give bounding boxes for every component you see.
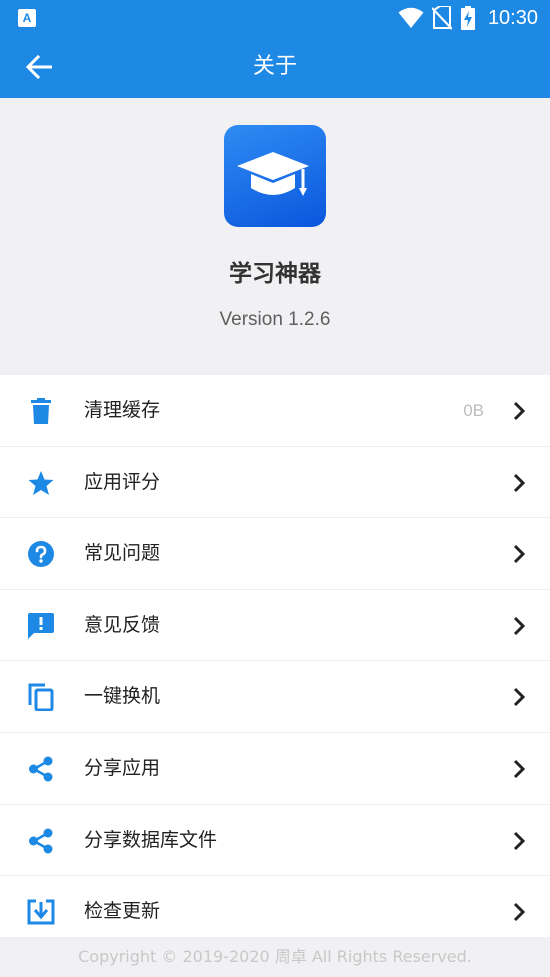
page-title: 关于	[252, 54, 297, 79]
chevron-right-icon	[513, 759, 526, 779]
copyright-footer: Copyright © 2019-2020 周卓 All Rights Rese…	[0, 937, 550, 977]
menu-item-label: 分享应用	[84, 756, 161, 779]
battery-charging-icon	[460, 6, 475, 30]
download-icon	[27, 899, 55, 925]
trash-icon	[31, 398, 51, 424]
star-icon	[28, 470, 54, 495]
share-icon	[29, 828, 53, 854]
menu-item-label: 分享数据库文件	[84, 828, 218, 851]
chevron-right-icon	[513, 831, 526, 850]
app-version: Version 1.2.6	[219, 309, 331, 330]
chevron-right-icon	[513, 616, 526, 635]
chevron-right-icon	[513, 401, 526, 421]
svg-text:A: A	[23, 11, 32, 25]
app-logo	[224, 125, 326, 227]
copy-icon	[28, 683, 54, 712]
menu-item-label: 应用评分	[84, 470, 161, 493]
app-bar: 关于	[0, 36, 550, 98]
menu-item-phone-migration[interactable]: 一键换机	[0, 661, 550, 733]
menu-item-label: 意见反馈	[84, 613, 161, 636]
menu-item-rate-app[interactable]: 应用评分	[0, 447, 550, 519]
menu-item-faq[interactable]: 常见问题	[0, 518, 550, 590]
chevron-right-icon	[513, 688, 526, 707]
about-header: 学习神器 Version 1.2.6	[0, 98, 550, 375]
notification-a-icon: A	[18, 9, 36, 27]
menu-item-feedback[interactable]: 意见反馈	[0, 590, 550, 662]
menu-item-clear-cache[interactable]: 清理缓存 0B	[0, 375, 550, 447]
status-bar: A 10:30	[0, 0, 550, 36]
app-name: 学习神器	[229, 261, 321, 287]
no-sim-icon	[431, 6, 452, 30]
help-icon	[28, 541, 54, 568]
chevron-right-icon	[513, 545, 526, 564]
cache-size: 0B	[463, 401, 484, 420]
menu-item-share-database[interactable]: 分享数据库文件	[0, 805, 550, 877]
menu-item-label: 清理缓存	[84, 399, 161, 421]
share-icon	[29, 756, 53, 782]
chevron-right-icon	[513, 903, 526, 922]
feedback-icon	[28, 612, 54, 639]
menu-item-label: 常见问题	[84, 542, 161, 565]
settings-menu: 清理缓存 0B 应用评分 常见问题 意见反馈 一键换机 分享应用 分享数据库文件…	[0, 375, 550, 949]
graduation-cap-icon	[237, 152, 309, 196]
menu-item-share-app[interactable]: 分享应用	[0, 733, 550, 805]
status-time: 10:30	[487, 6, 538, 29]
chevron-right-icon	[513, 473, 526, 492]
wifi-icon	[398, 7, 424, 28]
menu-item-label: 一键换机	[84, 685, 161, 708]
